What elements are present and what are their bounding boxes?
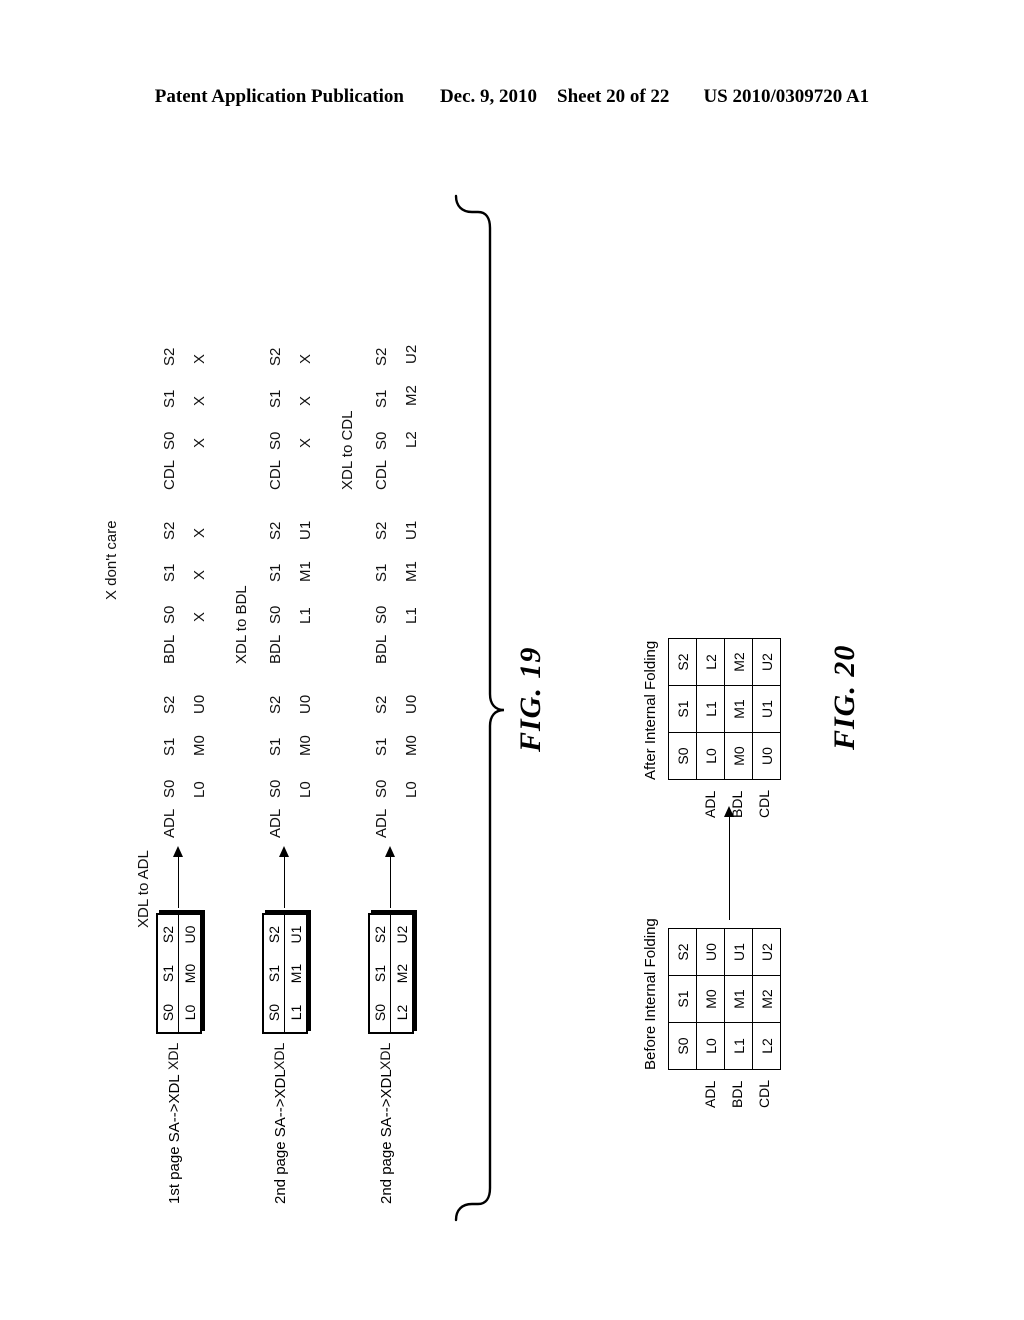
after-column-header: S0 [668, 732, 697, 780]
after-column-header: S1 [668, 685, 697, 733]
after-cell: M0 [724, 732, 753, 780]
table-row: L2 M2 U2 [752, 928, 781, 1070]
figure-20: Before Internal Folding S0 S1 S2 L0 M0 U… [82, 100, 942, 1220]
before-cell: M1 [724, 975, 753, 1023]
after-column-header: S2 [668, 638, 697, 686]
table-row: S0 S1 S2 [668, 928, 697, 1070]
rotated-drawing-layer: X don't care XDL to ADL 1st page SA-->XD… [82, 100, 942, 1222]
before-row-label-cdl: CDL [756, 1079, 772, 1108]
before-folding-title: Before Internal Folding [642, 918, 659, 1070]
table-row: L0 L1 L2 [696, 638, 725, 780]
before-cell: U2 [752, 928, 781, 976]
before-cell: M0 [696, 975, 725, 1023]
before-cell: L2 [752, 1022, 781, 1070]
after-cell: M2 [724, 638, 753, 686]
after-cell: L2 [696, 638, 725, 686]
after-cell: L0 [696, 732, 725, 780]
before-cell: L1 [724, 1022, 753, 1070]
table-row: M0 M1 M2 [724, 638, 753, 780]
figure-20-caption: FIG. 20 [828, 644, 861, 750]
before-cell: M2 [752, 975, 781, 1023]
after-cell: L1 [696, 685, 725, 733]
before-row-label-adl: ADL [702, 1080, 718, 1108]
after-cell: U1 [752, 685, 781, 733]
after-folding-table: S0 S1 S2 L0 L1 L2 M0 M1 M2 U0 U1 U2 [668, 638, 781, 780]
after-row-label-bdl: BDL [729, 790, 745, 818]
after-folding-title: After Internal Folding [642, 640, 659, 780]
after-cell: U2 [752, 638, 781, 686]
before-column-header: S2 [668, 928, 697, 976]
after-row-label-cdl: CDL [756, 789, 772, 818]
after-row-label-adl: ADL [702, 790, 718, 818]
table-row: S0 S1 S2 [668, 638, 697, 780]
before-column-header: S1 [668, 975, 697, 1023]
after-cell: U0 [752, 732, 781, 780]
before-folding-table: S0 S1 S2 L0 M0 U0 L1 M1 U1 L2 M2 U2 [668, 928, 781, 1070]
folding-arrow [729, 816, 730, 920]
before-column-header: S0 [668, 1022, 697, 1070]
before-cell: L0 [696, 1022, 725, 1070]
drawing-sheet: X don't care XDL to ADL 1st page SA-->XD… [0, 0, 1024, 1320]
table-row: L1 M1 U1 [724, 928, 753, 1070]
before-cell: U0 [696, 928, 725, 976]
after-cell: M1 [724, 685, 753, 733]
before-cell: U1 [724, 928, 753, 976]
table-row: U0 U1 U2 [752, 638, 781, 780]
before-row-label-bdl: BDL [729, 1080, 745, 1108]
table-row: L0 M0 U0 [696, 928, 725, 1070]
